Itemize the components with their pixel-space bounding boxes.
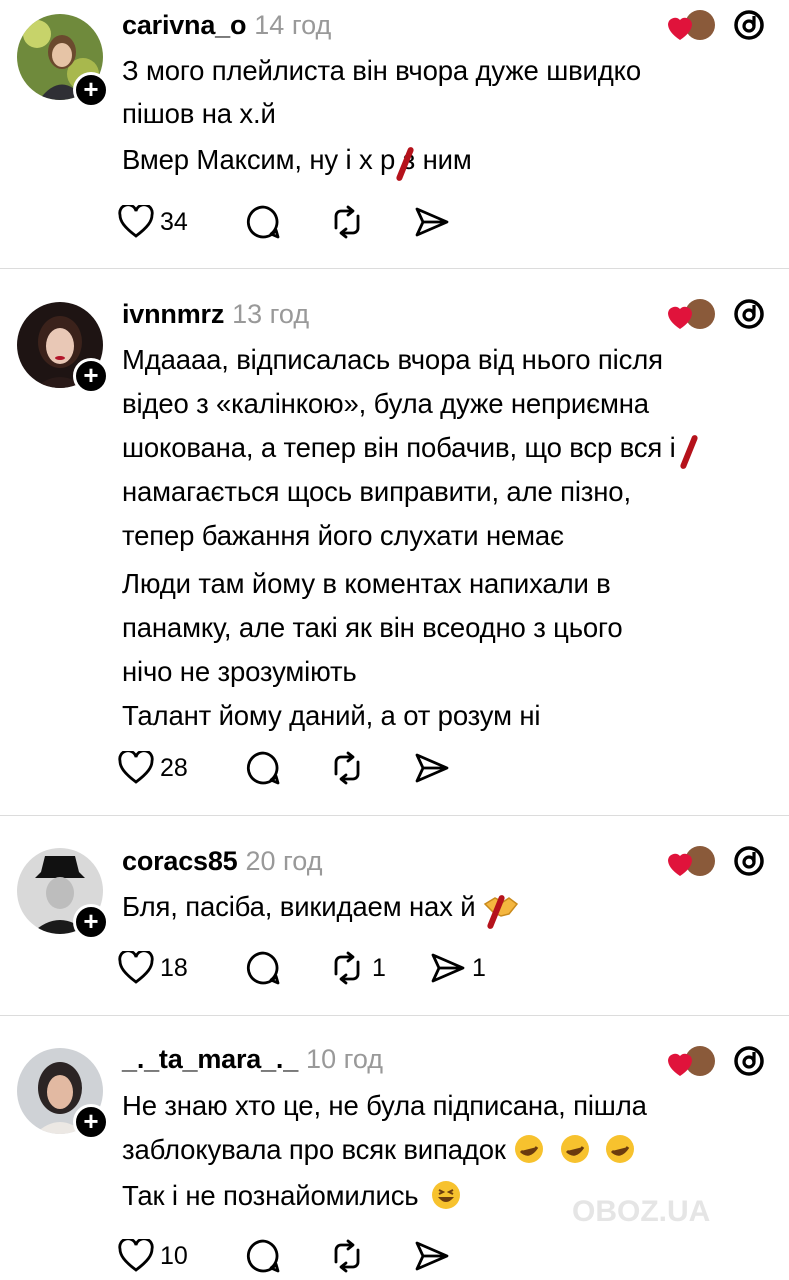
like-count: 28 <box>160 753 188 782</box>
share-icon <box>415 207 449 237</box>
post-text-line: Мдаааа, відписалась вчора від нього післ… <box>122 344 663 375</box>
heart-icon <box>118 205 154 238</box>
username[interactable]: ivnnmrz <box>122 299 224 329</box>
follow-button[interactable]: + <box>73 72 109 108</box>
post-text-line: нічо не зрозуміють <box>122 656 357 687</box>
post-header: _._ta_mara_._ 10 год <box>122 1044 383 1075</box>
post-text-line: Бля, пасіба, викидаем нах й <box>122 891 519 923</box>
threads-logo-icon[interactable] <box>732 297 766 331</box>
follow-button[interactable]: + <box>73 358 109 394</box>
share-button[interactable]: 1 <box>430 948 486 988</box>
post-text-line: тепер бажання його слухати немає <box>122 520 564 551</box>
repost-icon <box>334 1239 360 1273</box>
comment-icon <box>246 1239 280 1273</box>
repost-icon <box>334 205 360 239</box>
like-count: 18 <box>160 953 188 982</box>
share-button[interactable] <box>414 1236 450 1276</box>
post-text: заблокувала про всяк випадок <box>122 1134 506 1165</box>
rofl-emoji-icon <box>606 1135 635 1163</box>
repost-button[interactable] <box>328 202 366 242</box>
post-text: Так і не познайомились <box>122 1180 419 1211</box>
post-header: carivna_o 14 год <box>122 10 331 41</box>
top-icons <box>662 295 772 335</box>
post-3: + coracs85 20 год Бля, пасіба, викидаем н… <box>0 815 789 1015</box>
reaction-avatar-icon[interactable] <box>662 6 718 44</box>
post-text-line: заблокувала про всяк випадок <box>122 1133 636 1166</box>
top-icons <box>662 6 772 46</box>
reaction-avatar-icon[interactable] <box>662 842 718 880</box>
heart-icon <box>118 751 154 784</box>
post-text-line: Не знаю хто це, не була підписана, пішла <box>122 1090 647 1121</box>
username[interactable]: coracs85 <box>122 846 238 876</box>
post-text-line: шокована, а тепер він побачив, що вср вс… <box>122 432 676 463</box>
username[interactable]: carivna_o <box>122 10 246 40</box>
threads-logo-icon[interactable] <box>732 1044 766 1078</box>
post-2: + ivnnmrz 13 год Мдаааа, відписалась вчор… <box>0 268 789 815</box>
repost-button[interactable]: 1 <box>328 948 386 988</box>
post-text-line: пішов на х.й <box>122 98 276 129</box>
threads-logo-icon[interactable] <box>732 8 766 42</box>
post-text-line: З мого плейлиста він вчора дуже швидко <box>122 55 642 86</box>
post-text: Бля, пасіба, викидаем нах й <box>122 891 476 922</box>
post-text-line: Люди там йому в коментах напихали в <box>122 568 611 599</box>
post-4: + _._ta_mara_._ 10 год Не знаю хто це, не… <box>0 1015 789 1280</box>
threads-logo-icon[interactable] <box>732 844 766 878</box>
reaction-avatar-icon[interactable] <box>662 295 718 333</box>
comment-icon <box>246 951 280 985</box>
repost-icon <box>334 751 360 785</box>
comment-button[interactable] <box>245 948 281 988</box>
post-header: coracs85 20 год <box>122 846 322 877</box>
like-button[interactable]: 34 <box>118 202 188 242</box>
post-text-line: Вмер Максим, ну і х р з ним <box>122 144 472 175</box>
like-count: 10 <box>160 1241 188 1270</box>
repost-button[interactable] <box>328 748 366 788</box>
laughing-emoji-icon <box>431 1181 460 1209</box>
like-button[interactable]: 28 <box>118 748 188 788</box>
timestamp: 14 год <box>254 10 332 40</box>
post-text-line: відео з «калінкою», була дуже неприємна <box>122 388 649 419</box>
comment-icon <box>246 751 280 785</box>
repost-button[interactable] <box>328 1236 366 1276</box>
share-count: 1 <box>472 953 486 982</box>
timestamp: 10 год <box>306 1044 384 1074</box>
share-icon <box>415 1241 449 1271</box>
follow-button[interactable]: + <box>73 1104 109 1140</box>
post-text-line: панамку, але такі як він всеодно з цього <box>122 612 623 643</box>
follow-button[interactable]: + <box>73 904 109 940</box>
username[interactable]: _._ta_mara_._ <box>122 1044 298 1074</box>
share-button[interactable] <box>414 202 450 242</box>
post-header: ivnnmrz 13 год <box>122 299 309 330</box>
share-icon <box>431 953 465 983</box>
like-button[interactable]: 18 <box>118 948 188 988</box>
heart-icon <box>118 951 154 984</box>
rofl-emoji-icon <box>515 1135 544 1163</box>
comment-button[interactable] <box>245 748 281 788</box>
like-button[interactable]: 10 <box>118 1236 188 1276</box>
comment-button[interactable] <box>245 1236 281 1276</box>
comment-icon <box>246 205 280 239</box>
heart-icon <box>118 1239 154 1272</box>
watermark: OBOZ.UA <box>572 1195 711 1228</box>
post-text-line: Так і не познайомились <box>122 1179 462 1212</box>
post-text-line: намагається щось виправити, але пізно, <box>122 476 631 507</box>
comment-button[interactable] <box>245 202 281 242</box>
post-1: + carivna_o 14 год З мого плейлиста він в… <box>0 0 789 268</box>
top-icons <box>662 842 772 882</box>
timestamp: 20 год <box>245 846 323 876</box>
reaction-avatar-icon[interactable] <box>662 1042 718 1080</box>
rofl-emoji-icon <box>560 1135 589 1163</box>
share-icon <box>415 753 449 783</box>
repost-count: 1 <box>372 953 386 982</box>
censor-mark <box>679 434 699 470</box>
timestamp: 13 год <box>232 299 310 329</box>
like-count: 34 <box>160 207 188 236</box>
top-icons <box>662 1042 772 1082</box>
post-text-line: Талант йому даний, а от розум ні <box>122 700 541 731</box>
repost-icon <box>334 951 360 985</box>
share-button[interactable] <box>414 748 450 788</box>
